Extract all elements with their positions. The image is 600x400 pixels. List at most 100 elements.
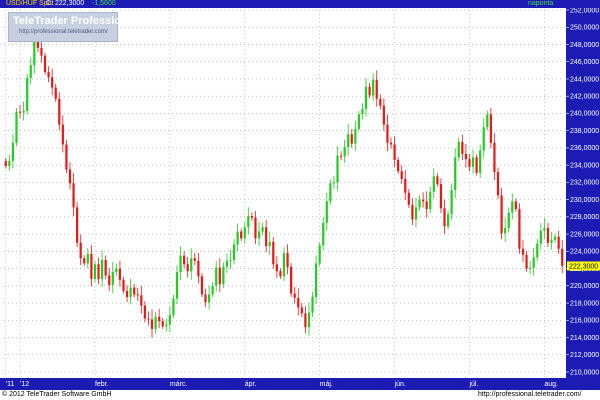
candle-body [368,86,371,96]
candle-body [500,195,503,234]
y-tick-label: 226,0000 [570,231,599,238]
x-tick-label: febr. [95,381,109,388]
y-tick-label: 218,0000 [570,300,599,307]
candle-body [454,157,457,191]
candle-body [557,236,560,249]
candle-body [40,47,43,56]
candle-body [93,264,97,279]
copyright-text: © 2012 TeleTrader Software GmbH [2,391,112,398]
last-price-label: 222,3000 [569,263,598,270]
candle-body [347,134,350,148]
candle-body [240,231,243,239]
candle-body [86,253,89,264]
candle-body [354,128,357,144]
candle-body [193,258,196,261]
candle-body [261,227,264,232]
candle-body [407,192,410,205]
candle-body [300,307,303,314]
candle-body [22,110,25,113]
candle-body [450,190,453,215]
candle-body [361,109,364,115]
candle-body [90,253,93,279]
x-tick-label: '12 [20,381,29,388]
y-tick-label: 242,0000 [570,93,599,100]
candle-body [329,183,332,202]
candle-body [350,134,353,144]
y-tick-label: 244,0000 [570,76,599,83]
y-tick-label: 220,0000 [570,283,599,290]
teletrader-logo: TeleTrader Professional http://professio… [8,12,137,42]
x-tick-label: júl. [468,381,478,388]
candle-body [411,204,414,220]
candle-body [190,258,193,272]
candle-body [486,114,489,128]
x-axis-band [0,378,600,390]
candle-body [104,259,107,276]
candle-body [250,215,254,218]
candle-body [471,157,475,167]
candle-body [550,240,553,243]
candle-body [200,276,204,295]
candle-body [429,191,432,210]
candle-body [493,142,496,173]
candle-body [76,207,79,243]
candle-body [293,293,296,298]
x-tick-label: aug. [544,381,558,388]
logo-text: TeleTrader Professional [13,15,137,27]
candle-body [183,255,186,265]
candle-body [136,294,139,296]
candle-body [26,78,29,111]
candle-body [129,287,132,298]
candle-body [147,318,150,320]
candle-body [393,144,396,160]
candle-body [133,287,136,295]
candle-body [47,72,50,78]
candle-body [175,272,179,299]
candle-body [83,258,86,264]
candle-body [507,212,510,229]
y-tick-label: 228,0000 [570,214,599,221]
candle-body [268,241,271,247]
price-chart: '11 '12 febr. márc. ápr. máj. jún. júl. aug. 210… [0,8,600,390]
candle-body [290,266,293,294]
candle-body [115,268,118,273]
y-tick-label: 252,0000 [570,8,599,14]
y-tick-label: 210,0000 [570,369,599,376]
y-tick-label: 230,0000 [570,197,599,204]
candle-body [496,172,500,196]
x-tick-label: máj. [320,381,333,388]
candle-body [311,297,314,313]
candle-body [489,114,492,143]
footer-link[interactable]: http://professional.teletrader.com/ [478,390,582,400]
candle-body [504,228,507,234]
candle-body [336,155,339,183]
candle-body [372,79,375,96]
candle-body [207,294,211,303]
candle-body [68,169,72,184]
candle-body [511,201,514,213]
candle-body [546,228,550,243]
candle-body [118,268,122,280]
candle-body [218,267,221,285]
candle-body [29,65,32,79]
candle-body [282,253,286,277]
candle-body [439,184,443,209]
candle-body [279,271,282,277]
candle-body [364,86,368,110]
candle-body [307,312,311,328]
candle-body [265,227,268,247]
y-tick-label: 250,0000 [570,25,599,32]
candle-body [432,176,435,192]
candle-body [325,201,328,223]
candle-body [286,253,289,267]
candle-body [150,319,154,329]
candle-body [143,305,146,319]
candle-body [122,279,125,291]
y-tick-label: 248,0000 [570,42,599,49]
x-tick-label: márc. [170,381,188,388]
interval-label: naponta [528,0,554,7]
candle-body [161,321,164,327]
candle-body [422,199,425,202]
candle-body [61,124,64,145]
candle-body [204,294,207,303]
